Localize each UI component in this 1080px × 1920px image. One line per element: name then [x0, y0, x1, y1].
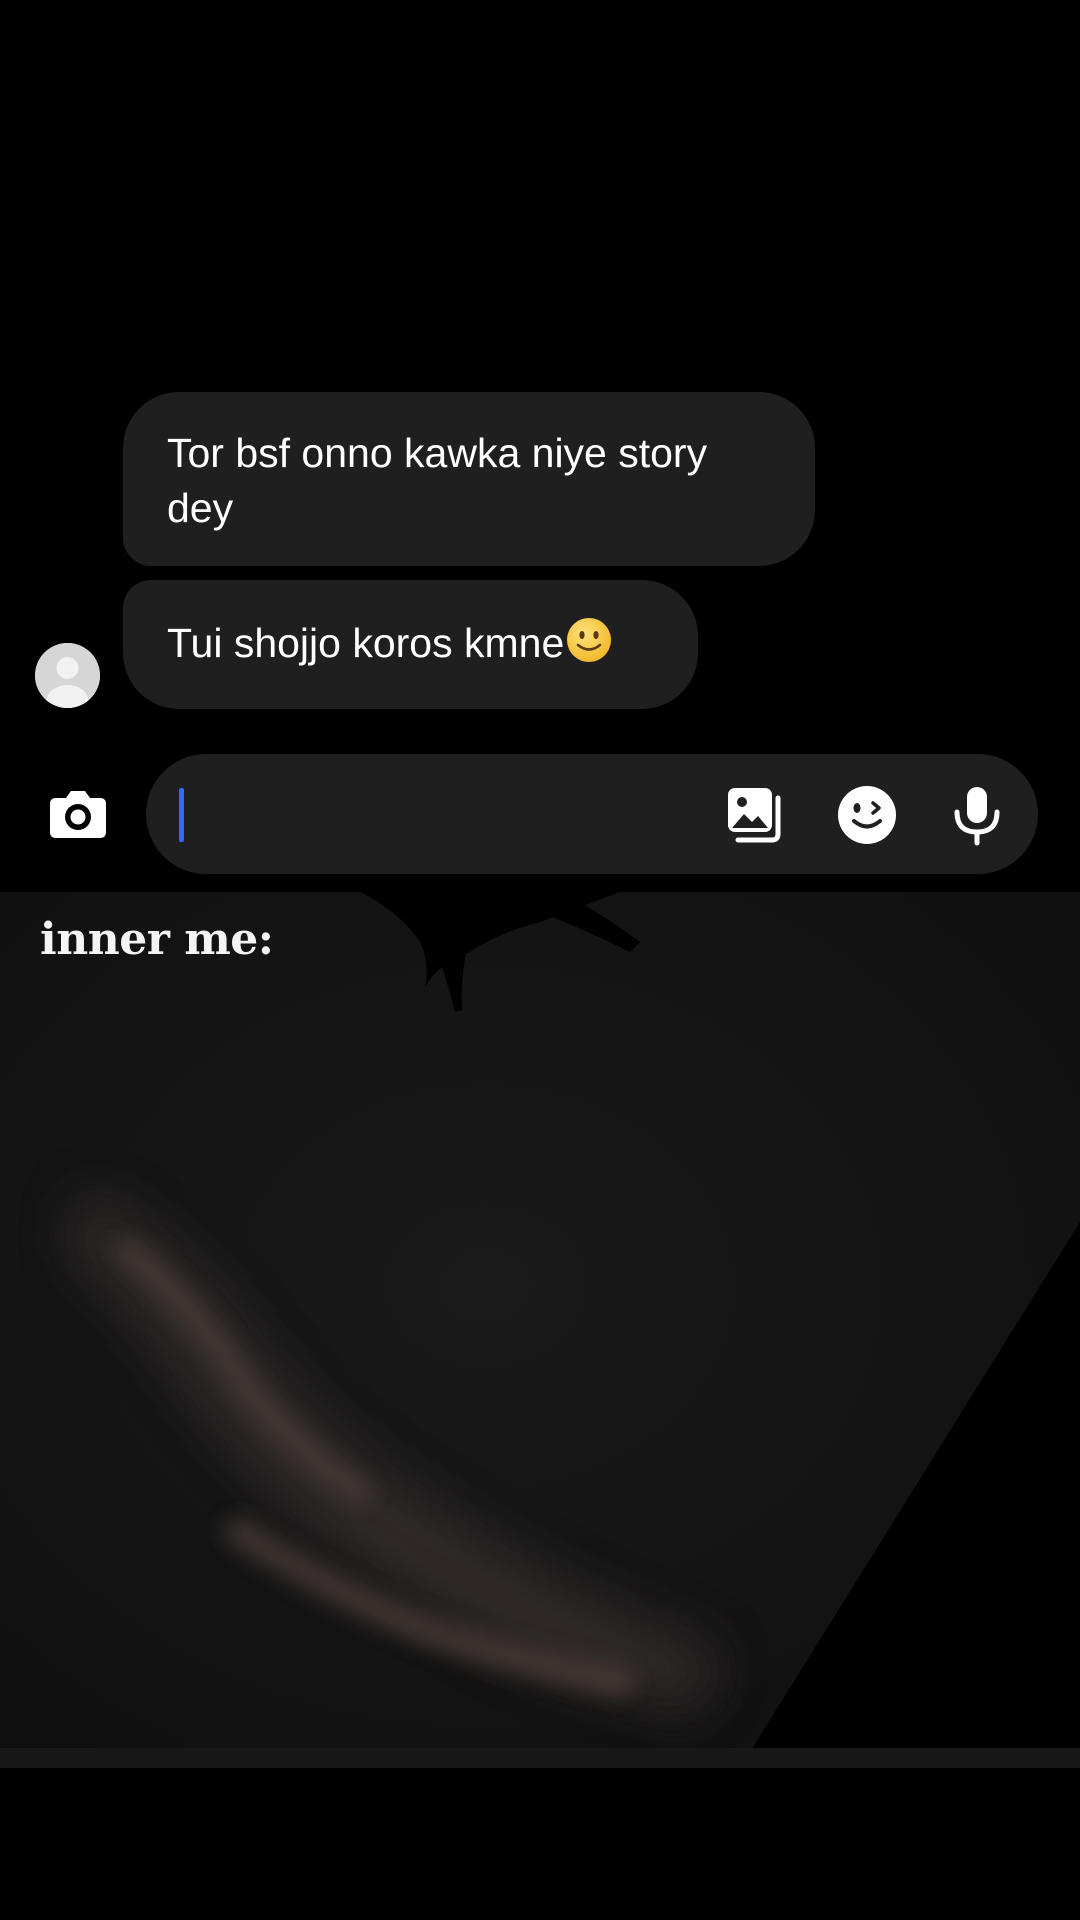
avatar[interactable]: [35, 643, 100, 708]
message-bubble[interactable]: Tor bsf onno kawka niye story dey: [123, 392, 815, 566]
message-composer: [146, 754, 1038, 874]
night-sky-image: [0, 892, 1080, 1768]
message-text: Tui shojjo koros kmne: [167, 620, 565, 666]
media-bottom-edge: [0, 1748, 1080, 1768]
message-text: Tor bsf onno kawka niye story dey: [167, 430, 708, 531]
gallery-icon[interactable]: [724, 784, 786, 846]
message-bubble[interactable]: Tui shojjo koros kmne: [123, 580, 698, 709]
chat-area: Tor bsf onno kawka niye story dey Tui sh…: [0, 0, 1080, 890]
microphone-icon[interactable]: [946, 784, 1008, 846]
meme-image: inner me:: [0, 892, 1080, 1768]
slightly-smiling-face-icon: [567, 618, 612, 662]
meme-caption: inner me:: [40, 914, 274, 965]
message-input[interactable]: [176, 778, 720, 852]
sticker-icon[interactable]: [836, 784, 898, 846]
default-avatar-icon: [35, 643, 100, 708]
text-caret: [179, 788, 184, 842]
camera-icon[interactable]: [46, 786, 110, 842]
